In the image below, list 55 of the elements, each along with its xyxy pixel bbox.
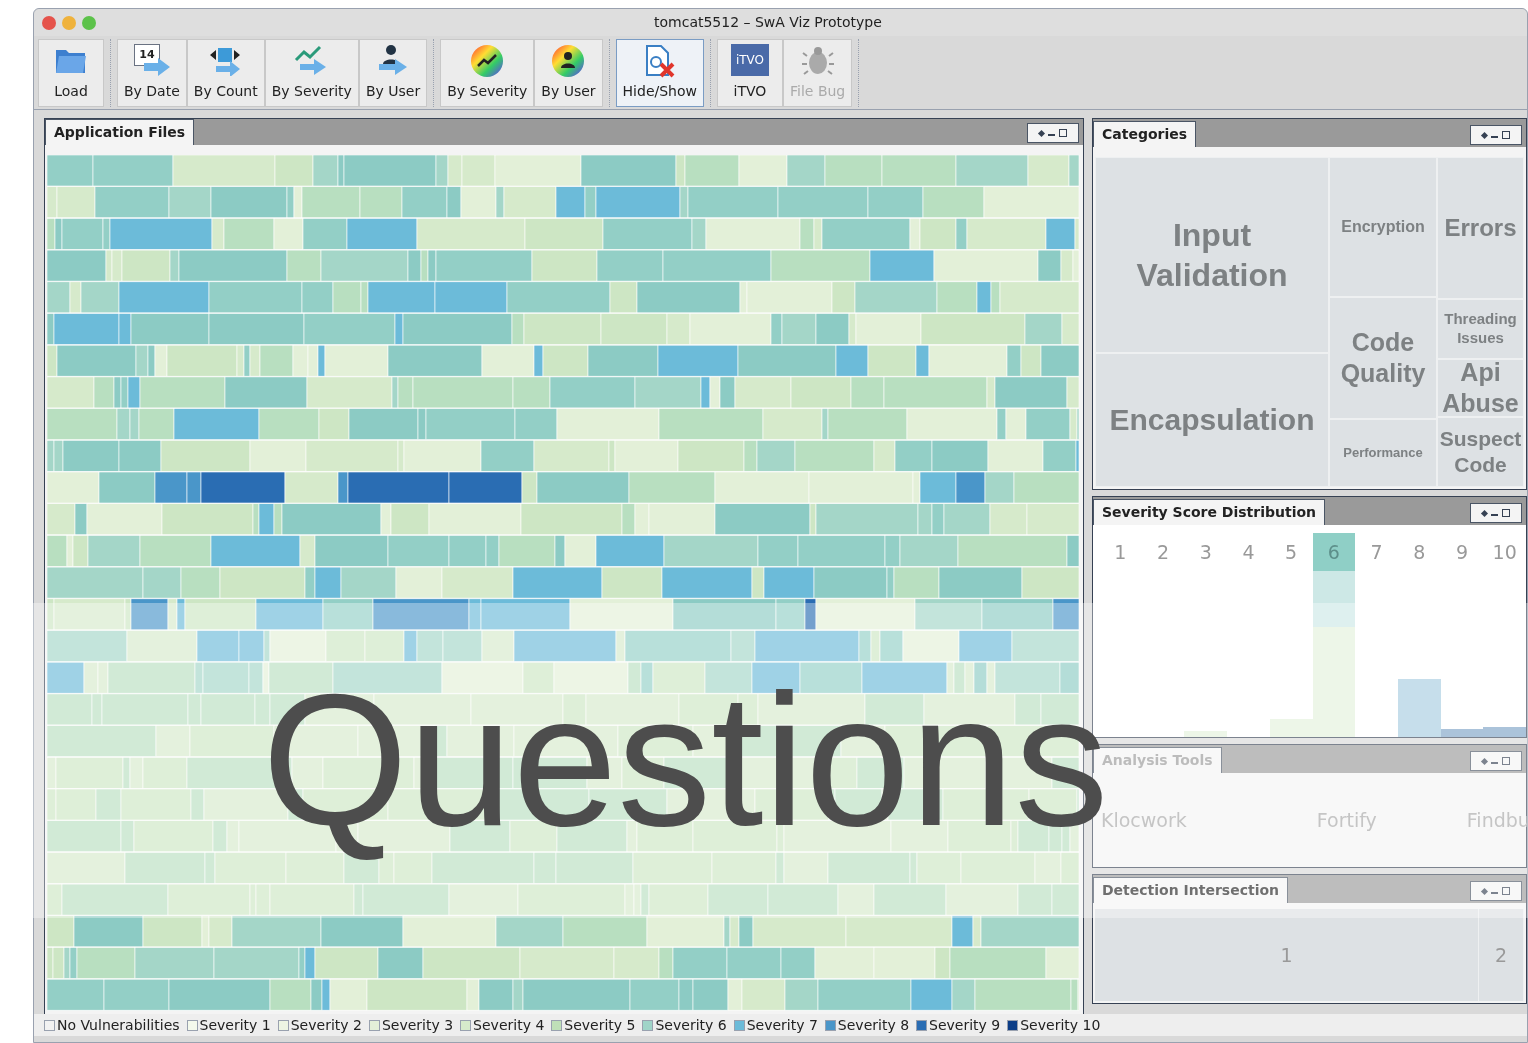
severity-column-header[interactable]: 8 [1397,533,1441,571]
severity-column-header[interactable]: 5 [1269,533,1313,571]
category-cell[interactable]: Suspect Code [1437,417,1524,487]
window-controls-icon[interactable] [1027,123,1079,143]
toolbar-button[interactable]: By Severity [440,38,535,107]
legend-label: Severity 3 [381,1015,454,1035]
window-title: tomcat5512 – SwA Viz Prototype [654,13,882,32]
severity-column-header[interactable]: 7 [1355,533,1398,571]
category-cell[interactable]: Performance [1329,419,1437,487]
legend-label: Severity 9 [929,1015,1001,1035]
category-cell[interactable]: Threading Issues [1437,299,1524,359]
category-cell[interactable]: Encapsulation [1095,353,1329,487]
toolbar-button[interactable]: Load [38,38,104,107]
legend-label: Severity 10 [1020,1015,1101,1035]
category-cell[interactable]: Input Validation [1095,157,1329,353]
severity-column-header[interactable]: 4 [1227,533,1270,571]
legend-label: No Vulnerabilities [57,1015,180,1035]
logo-icon: iTVO [731,43,769,76]
legend-label: Severity 7 [746,1015,818,1035]
toolbar-button[interactable]: By Count [186,38,265,107]
window-controls-icon[interactable] [1470,503,1522,523]
toolbar-button[interactable]: Hide/Show [615,38,704,107]
color-wheel-person-icon [551,43,586,78]
color-wheel-trend-icon [470,43,505,78]
category-cell[interactable]: Code Quality [1329,297,1437,419]
category-cell[interactable]: Api Abuse [1437,359,1524,417]
severity-column-header[interactable]: 6 [1312,533,1356,571]
panel-tab[interactable]: Categories [1093,121,1197,147]
legend-label: Severity 5 [564,1015,636,1035]
intersection-cell[interactable]: 2 [1479,909,1524,1001]
panel-tab[interactable]: Detection Intersection [1093,877,1289,903]
severity-column-header[interactable]: 1 [1099,533,1142,571]
severity-column-header[interactable]: 2 [1141,533,1185,571]
toolbar-button[interactable]: By Severity [264,38,359,107]
severity-bar [1483,727,1527,737]
legend-label: Severity 4 [473,1015,545,1035]
legend-label: Severity 6 [655,1015,727,1035]
close-button[interactable] [42,15,56,30]
intersection-cell[interactable]: 1 [1095,909,1479,1001]
panel-tab[interactable]: Application Files [45,119,195,145]
panel-tab[interactable]: Severity Score Distribution [1093,499,1326,525]
toolbar-button[interactable]: By User [358,38,428,107]
window-controls-icon[interactable] [1470,125,1522,145]
toolbar-button[interactable]: 14 By Date [117,38,187,107]
severity-column-header[interactable]: 10 [1483,533,1527,571]
severity-bar [1184,731,1228,737]
legend-label: Severity 1 [199,1015,271,1035]
toolbar-button[interactable]: iTVO iTVO [717,38,783,107]
severity-column-header[interactable]: 9 [1440,533,1484,571]
legend-label: Severity 2 [290,1015,362,1035]
toolbar-button[interactable]: By User [534,38,603,107]
severity-column-header[interactable]: 3 [1184,533,1228,571]
category-cell[interactable]: Errors [1437,157,1524,299]
legend-label: Severity 8 [837,1015,910,1035]
category-cell[interactable]: Encryption [1329,157,1437,297]
